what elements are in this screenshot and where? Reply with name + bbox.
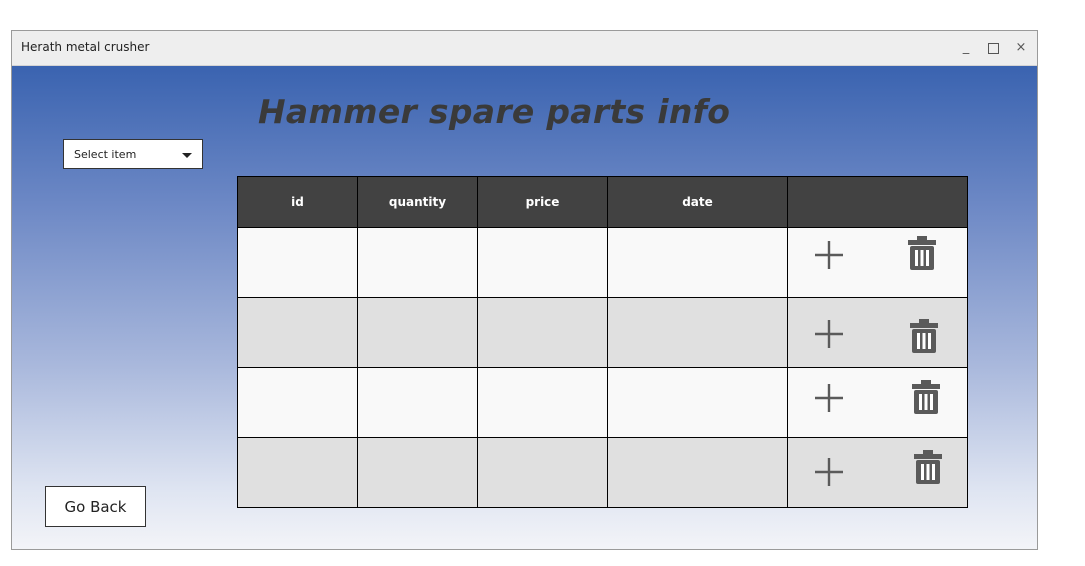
cell-quantity[interactable] bbox=[357, 367, 478, 438]
trash-icon[interactable] bbox=[909, 380, 943, 414]
title-bar: Herath metal crusher _ × bbox=[12, 31, 1037, 66]
minimize-button[interactable]: _ bbox=[956, 38, 976, 58]
column-header-id: id bbox=[237, 176, 358, 228]
column-header-quantity: quantity bbox=[357, 176, 478, 228]
trash-icon[interactable] bbox=[911, 450, 945, 484]
app-window: Herath metal crusher _ × Hammer spare pa… bbox=[11, 30, 1038, 550]
cell-date[interactable] bbox=[607, 367, 788, 438]
item-select-dropdown[interactable]: Select item bbox=[63, 139, 203, 169]
close-button[interactable]: × bbox=[1011, 38, 1031, 58]
page-title: Hammer spare parts info bbox=[258, 92, 731, 131]
trash-icon[interactable] bbox=[905, 236, 939, 270]
row-actions bbox=[787, 297, 968, 368]
spare-parts-table: id quantity price date bbox=[237, 176, 968, 508]
table-header-row: id quantity price date bbox=[237, 176, 968, 228]
row-actions bbox=[787, 437, 968, 508]
column-header-price: price bbox=[477, 176, 608, 228]
cell-date[interactable] bbox=[607, 437, 788, 508]
cell-price[interactable] bbox=[477, 297, 608, 368]
plus-icon[interactable] bbox=[815, 384, 843, 412]
trash-icon[interactable] bbox=[907, 319, 941, 353]
item-select-value: Select item bbox=[74, 148, 137, 161]
cell-date[interactable] bbox=[607, 227, 788, 298]
table-row bbox=[237, 297, 968, 368]
caret-down-icon bbox=[182, 153, 192, 158]
cell-quantity[interactable] bbox=[357, 227, 478, 298]
cell-id[interactable] bbox=[237, 437, 358, 508]
cell-date[interactable] bbox=[607, 297, 788, 368]
cell-id[interactable] bbox=[237, 227, 358, 298]
cell-id[interactable] bbox=[237, 297, 358, 368]
cell-quantity[interactable] bbox=[357, 297, 478, 368]
column-header-actions bbox=[787, 176, 968, 228]
cell-quantity[interactable] bbox=[357, 437, 478, 508]
cell-price[interactable] bbox=[477, 437, 608, 508]
cell-price[interactable] bbox=[477, 367, 608, 438]
maximize-icon bbox=[987, 43, 999, 54]
go-back-button[interactable]: Go Back bbox=[45, 486, 146, 527]
cell-id[interactable] bbox=[237, 367, 358, 438]
row-actions bbox=[787, 227, 968, 298]
cell-price[interactable] bbox=[477, 227, 608, 298]
window-title: Herath metal crusher bbox=[21, 40, 150, 54]
table-row bbox=[237, 437, 968, 508]
plus-icon[interactable] bbox=[815, 458, 843, 486]
main-content: Hammer spare parts info Select item id q… bbox=[12, 66, 1037, 549]
row-actions bbox=[787, 367, 968, 438]
plus-icon[interactable] bbox=[815, 320, 843, 348]
table-row bbox=[237, 227, 968, 298]
plus-icon[interactable] bbox=[815, 241, 843, 269]
column-header-date: date bbox=[607, 176, 788, 228]
table-row bbox=[237, 367, 968, 438]
maximize-button[interactable] bbox=[983, 38, 1003, 58]
